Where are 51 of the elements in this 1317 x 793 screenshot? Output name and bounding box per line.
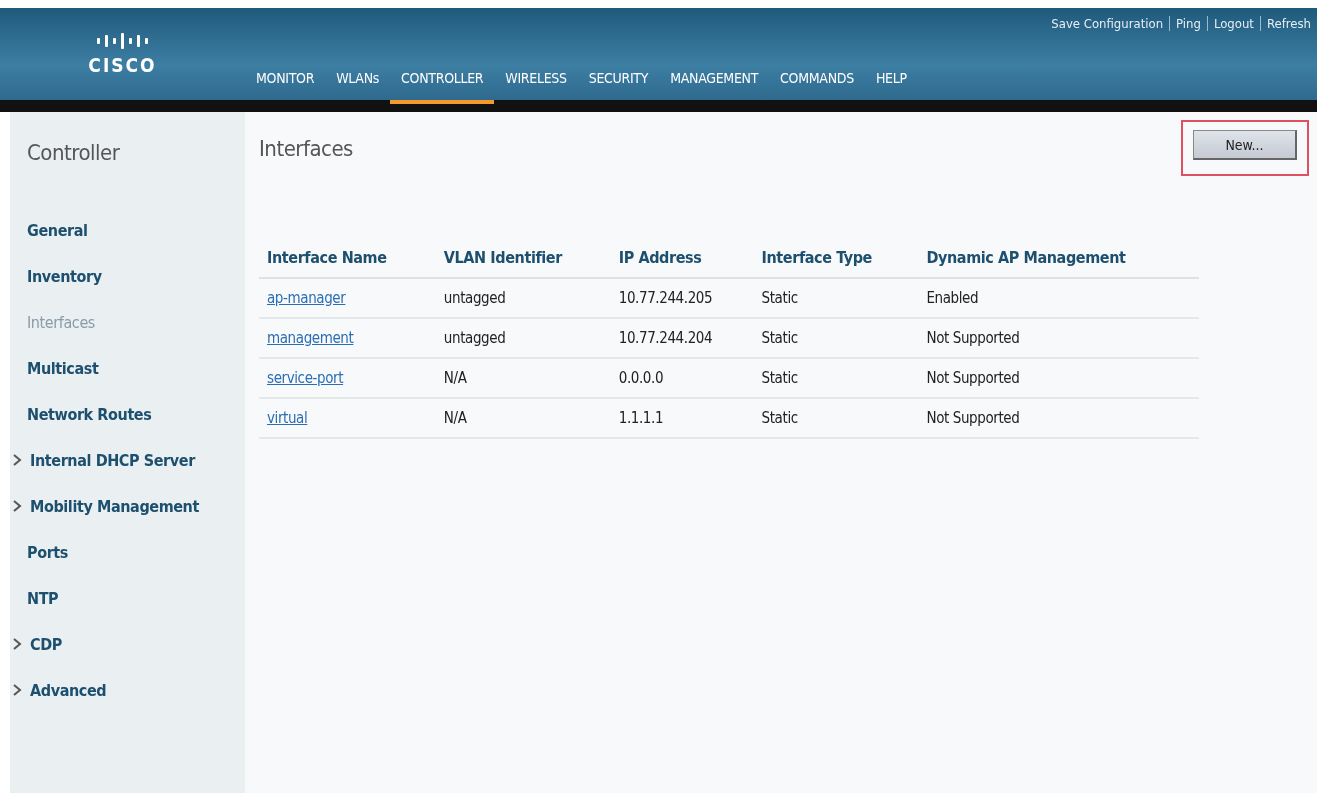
menu-tab[interactable]: WLANs <box>325 70 391 112</box>
table-cell: Not Supported <box>918 319 1199 359</box>
sidebar-item[interactable]: General <box>27 207 245 253</box>
table-cell: 10.77.244.205 <box>610 279 754 319</box>
interface-link[interactable]: management <box>267 329 354 347</box>
column-header: Interface Type <box>753 240 919 279</box>
sidebar-item[interactable]: Inventory <box>27 253 245 299</box>
header-link[interactable]: Save Configuration <box>1045 16 1170 31</box>
column-header: IP Address <box>610 240 754 279</box>
table-cell: untagged <box>435 319 611 359</box>
table-cell: Static <box>753 399 919 439</box>
table-cell: Static <box>753 359 919 399</box>
table-cell: 10.77.244.204 <box>610 319 754 359</box>
menu-tab[interactable]: WIRELESS <box>494 70 578 112</box>
logo-bars-icon <box>94 32 151 50</box>
logo-text: CISCO <box>88 54 157 76</box>
header-link[interactable]: Ping <box>1169 16 1207 31</box>
sidebar-item[interactable]: Multicast <box>27 345 245 391</box>
sidebar-item[interactable]: Network Routes <box>27 391 245 437</box>
sidebar-item[interactable]: Mobility Management <box>12 483 245 529</box>
sidebar-title: Controller <box>27 140 121 165</box>
page-title: Interfaces <box>259 136 353 161</box>
column-header: Interface Name <box>259 240 436 279</box>
column-header: Dynamic AP Management <box>918 240 1199 279</box>
menu-tab[interactable]: SECURITY <box>577 70 660 112</box>
table-cell: Enabled <box>918 279 1199 319</box>
menu-tab[interactable]: COMMANDS <box>769 70 865 112</box>
sidebar-item[interactable]: Advanced <box>12 667 245 713</box>
interface-link[interactable]: virtual <box>267 409 308 427</box>
table-cell: Not Supported <box>918 399 1199 439</box>
header-link[interactable]: Logout <box>1206 16 1260 31</box>
table-cell: N/A <box>435 359 611 399</box>
column-header: VLAN Identifier <box>435 240 611 279</box>
table-cell: Static <box>753 279 919 319</box>
header-link[interactable]: Refresh <box>1259 16 1317 31</box>
table-cell: 1.1.1.1 <box>610 399 754 439</box>
table-cell: N/A <box>435 399 611 439</box>
sidebar-item[interactable]: NTP <box>27 575 245 621</box>
table-cell: Not Supported <box>918 359 1199 399</box>
menu-tab[interactable]: HELP <box>864 70 918 112</box>
table-cell: 0.0.0.0 <box>610 359 754 399</box>
table-cell: untagged <box>435 279 611 319</box>
sidebar-item[interactable]: CDP <box>12 621 245 667</box>
menu-tab[interactable]: MANAGEMENT <box>659 70 770 112</box>
menu-tab[interactable]: MONITOR <box>245 70 326 112</box>
interface-link[interactable]: service-port <box>267 369 344 387</box>
interface-link[interactable]: ap-manager <box>267 289 346 307</box>
sidebar-item[interactable]: Internal DHCP Server <box>12 437 245 483</box>
table-cell: Static <box>753 319 919 359</box>
sidebar-item[interactable]: Ports <box>27 529 245 575</box>
new-button[interactable]: New... <box>1193 130 1297 160</box>
